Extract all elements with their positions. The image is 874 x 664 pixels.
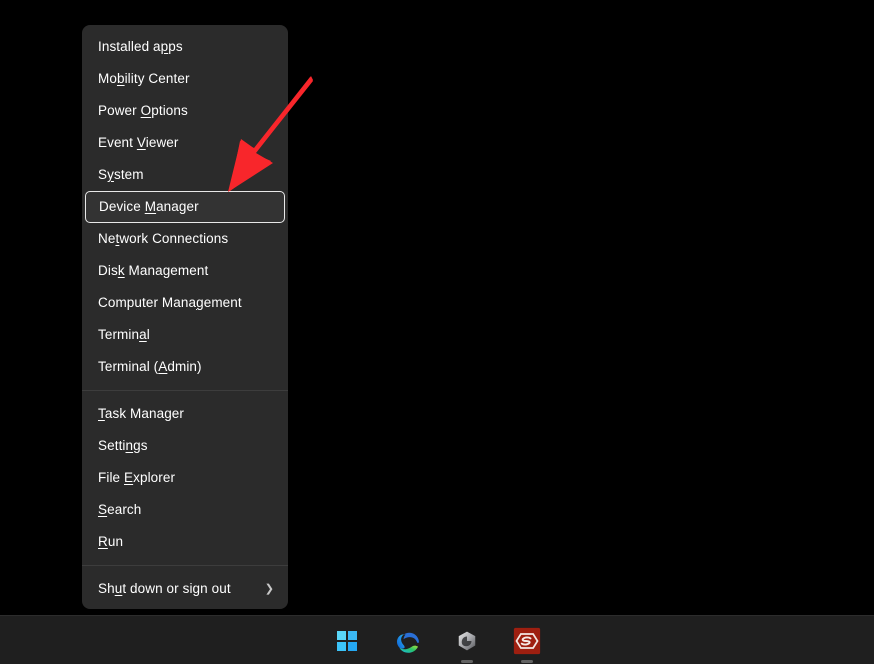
taskbar [0, 615, 874, 664]
menu-item-label: File Explorer [98, 462, 274, 494]
menu-item-label: Terminal (Admin) [98, 351, 274, 383]
red-app-button[interactable] [507, 621, 547, 661]
menu-group-system: Installed apps Mobility Center Power Opt… [82, 31, 288, 383]
red-hex-app-icon [513, 627, 541, 655]
running-indicator [461, 660, 473, 663]
menu-item-label: Task Manager [98, 398, 274, 430]
menu-item-label: Mobility Center [98, 63, 274, 95]
menu-item-label: Desktop [98, 605, 274, 609]
menu-item-label: Computer Management [98, 287, 274, 319]
copilot-button[interactable] [447, 621, 487, 661]
menu-item-run[interactable]: Run [82, 526, 288, 558]
menu-item-disk-management[interactable]: Disk Management [82, 255, 288, 287]
edge-icon [393, 627, 421, 655]
menu-item-power-options[interactable]: Power Options [82, 95, 288, 127]
chevron-right-icon: ❯ [265, 584, 274, 595]
copilot-icon [455, 629, 479, 653]
edge-button[interactable] [387, 621, 427, 661]
menu-item-terminal[interactable]: Terminal [82, 319, 288, 351]
start-button[interactable] [327, 621, 367, 661]
menu-item-label: Network Connections [98, 223, 274, 255]
menu-item-label: Installed apps [98, 31, 274, 63]
menu-item-label: Run [98, 526, 274, 558]
menu-item-installed-apps[interactable]: Installed apps [82, 31, 288, 63]
menu-item-label: Terminal [98, 319, 274, 351]
menu-item-event-viewer[interactable]: Event Viewer [82, 127, 288, 159]
menu-item-label: Disk Management [98, 255, 274, 287]
menu-item-label: System [98, 159, 274, 191]
menu-item-label: Power Options [98, 95, 274, 127]
running-indicator [521, 660, 533, 663]
menu-item-shut-down-or-sign-out[interactable]: Shut down or sign out ❯ [82, 573, 288, 605]
menu-item-settings[interactable]: Settings [82, 430, 288, 462]
menu-item-mobility-center[interactable]: Mobility Center [82, 63, 288, 95]
windows-logo-icon [337, 631, 357, 651]
menu-group-tools: Task Manager Settings File Explorer Sear… [82, 398, 288, 558]
taskbar-icon-row [0, 616, 874, 664]
menu-item-search[interactable]: Search [82, 494, 288, 526]
menu-item-device-manager[interactable]: Device Manager [85, 191, 285, 223]
menu-item-label: Device Manager [99, 191, 270, 223]
menu-item-label: Search [98, 494, 274, 526]
winx-quick-link-menu: Installed apps Mobility Center Power Opt… [82, 25, 288, 609]
menu-item-network-connections[interactable]: Network Connections [82, 223, 288, 255]
menu-group-session: Shut down or sign out ❯ Desktop [82, 573, 288, 609]
menu-item-desktop[interactable]: Desktop [82, 605, 288, 609]
menu-separator-2 [82, 565, 288, 566]
menu-item-label: Event Viewer [98, 127, 274, 159]
menu-item-system[interactable]: System [82, 159, 288, 191]
menu-item-task-manager[interactable]: Task Manager [82, 398, 288, 430]
menu-item-label: Settings [98, 430, 274, 462]
menu-item-file-explorer[interactable]: File Explorer [82, 462, 288, 494]
menu-separator-1 [82, 390, 288, 391]
screen: Installed apps Mobility Center Power Opt… [0, 0, 874, 664]
menu-item-terminal-admin[interactable]: Terminal (Admin) [82, 351, 288, 383]
menu-item-label: Shut down or sign out [98, 573, 257, 605]
menu-item-computer-management[interactable]: Computer Management [82, 287, 288, 319]
